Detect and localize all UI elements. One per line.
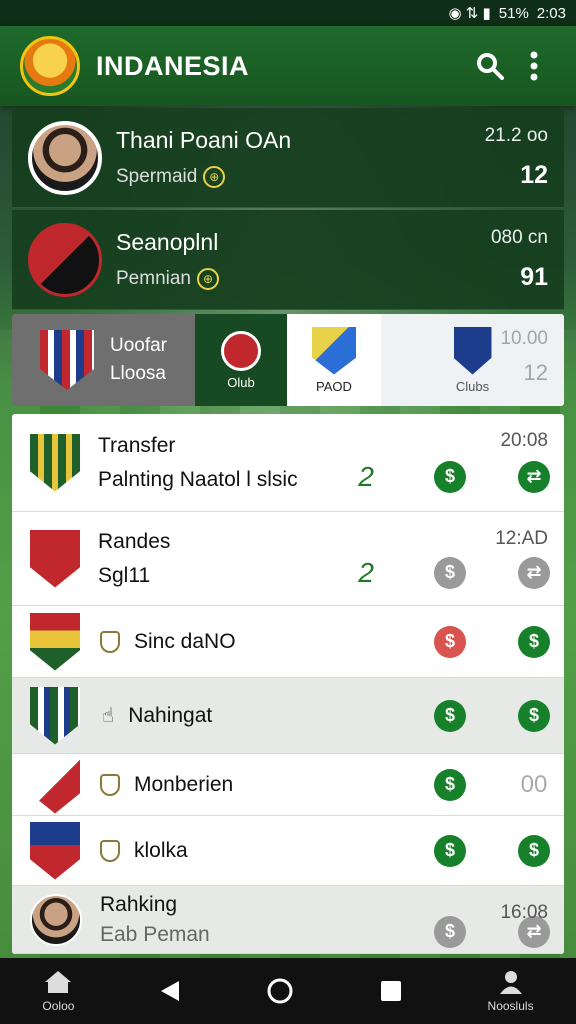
transfer-icon[interactable]: ⇄ — [518, 460, 550, 493]
player-stat: 21.2 oo — [484, 125, 548, 146]
square-icon — [380, 981, 401, 1001]
nav-recents[interactable] — [379, 979, 403, 1003]
clock: 2:03 — [536, 4, 566, 22]
dollar-icon[interactable]: $ — [518, 625, 550, 658]
club-strip: Uoofar Lloosa Olub PAOD Clubs 10.00 12 — [12, 314, 564, 406]
battery-level: 51% — [498, 4, 529, 22]
item-count: 2 — [358, 460, 374, 492]
app-logo — [20, 36, 80, 96]
player-position: Pemnian — [116, 268, 191, 289]
coin-icon: ⊕ — [203, 166, 226, 188]
club-tab[interactable]: PAOD — [287, 314, 381, 406]
list-item[interactable]: klolka $ $ — [12, 816, 564, 886]
list-item[interactable]: ☝ Nahingat $ $ — [12, 678, 564, 754]
player-stat: 080 cn — [490, 227, 548, 248]
club-tab[interactable]: Olub — [195, 314, 287, 406]
item-title: Randes — [98, 529, 171, 553]
item-count: 2 — [358, 556, 374, 588]
item-time: 20:08 — [500, 430, 548, 451]
club-crest — [30, 755, 80, 814]
club-crest — [221, 330, 261, 371]
item-title: Nahingat — [128, 703, 213, 727]
player-avatar — [30, 893, 82, 946]
dollar-icon[interactable]: $ — [434, 460, 466, 493]
item-title: Rahking — [100, 892, 178, 916]
club-label: Clubs — [455, 378, 490, 394]
status-bar: ◉ ⇅ ▮ 51% 2:03 — [0, 0, 576, 26]
small-crest-icon — [100, 839, 120, 862]
dollar-icon[interactable]: $ — [434, 834, 466, 867]
player-avatar — [28, 120, 102, 195]
nav-home-label: Ooloo — [42, 999, 75, 1013]
club-label: PAOD — [316, 378, 352, 394]
dollar-icon[interactable]: $ — [434, 556, 466, 589]
club-tab[interactable]: Clubs 10.00 12 — [381, 314, 564, 406]
club-crest — [28, 222, 102, 297]
list-item[interactable]: Sinc daNO $ $ — [12, 606, 564, 678]
club-crest — [30, 529, 80, 588]
player-name: Thani Poani OAn — [116, 127, 292, 153]
nav-home[interactable]: Ooloo — [42, 969, 74, 1013]
nav-profile-label: Noosluls — [487, 999, 534, 1013]
item-subtitle: Sgl11 — [98, 563, 151, 587]
transfer-icon[interactable]: ⇄ — [518, 556, 550, 589]
status-icons: ◉ ⇅ ▮ — [448, 5, 491, 22]
item-title: Sinc daNO — [134, 629, 236, 653]
dollar-icon[interactable]: $ — [434, 915, 466, 948]
club-label: Olub — [227, 374, 255, 390]
list-item[interactable]: Rahking Eab Peman 16:08 $ ⇄ — [12, 886, 564, 954]
dollar-icon[interactable]: $ — [434, 625, 466, 658]
app-title: INDANESIA — [96, 50, 250, 81]
circle-home-icon — [267, 978, 293, 1004]
player-position: Spermaid — [116, 166, 198, 187]
dollar-icon[interactable]: $ — [434, 699, 466, 732]
home-icon — [45, 971, 72, 993]
club-label: Uoofar — [109, 335, 168, 356]
club-crest — [312, 326, 356, 375]
club-crest — [30, 686, 80, 745]
player-card[interactable]: Seanoplnl Pemnian ⊕ 080 cn 91 — [12, 210, 564, 310]
list-item[interactable]: Transfer Palnting Naatol l slsic 20:08 2… — [12, 414, 564, 512]
back-icon — [161, 981, 180, 1001]
nav-back[interactable] — [159, 979, 181, 1003]
club-crest — [30, 821, 80, 880]
glove-icon: ☝ — [102, 705, 115, 727]
item-time: 12:AD — [495, 528, 548, 549]
dollar-icon[interactable]: $ — [518, 699, 550, 732]
item-subtitle: Eab Peman — [100, 922, 210, 946]
club-time: 10.00 — [500, 328, 548, 349]
list-item[interactable]: Randes Sgl11 12:AD 2 $ ⇄ — [12, 512, 564, 606]
more-vertical-icon[interactable] — [512, 44, 556, 88]
item-time: 16:08 — [500, 902, 548, 923]
coin-icon: ⊕ — [197, 268, 219, 290]
club-crest — [39, 330, 94, 390]
player-number: 91 — [520, 263, 548, 291]
item-subtitle: Palnting Naatol l slsic — [98, 467, 298, 491]
app-bar: INDANESIA — [0, 26, 576, 106]
profile-icon — [499, 971, 522, 994]
small-crest-icon — [100, 630, 120, 653]
item-title: Monberien — [134, 772, 234, 796]
player-card[interactable]: Thani Poani OAn Spermaid ⊕ 21.2 oo 12 — [12, 108, 564, 208]
nav-home-button[interactable] — [266, 977, 294, 1005]
club-tab[interactable]: Uoofar Lloosa — [12, 314, 195, 406]
small-crest-icon — [100, 773, 120, 796]
bottom-nav: Ooloo Noosluls — [0, 958, 576, 1024]
search-icon[interactable] — [468, 44, 512, 88]
item-title: klolka — [134, 838, 188, 862]
dollar-icon[interactable]: $ — [518, 834, 550, 867]
club-count: 12 — [523, 360, 548, 385]
item-title: Transfer — [98, 433, 176, 457]
club-crest — [453, 326, 492, 375]
transfer-list: Transfer Palnting Naatol l slsic 20:08 2… — [12, 414, 564, 954]
dollar-icon[interactable]: $ — [434, 768, 466, 801]
club-label: Lloosa — [109, 363, 166, 384]
club-crest — [30, 612, 80, 671]
list-item[interactable]: Monberien $ 00 — [12, 754, 564, 816]
player-name: Seanoplnl — [116, 229, 219, 255]
player-number: 12 — [520, 161, 548, 189]
club-crest — [30, 433, 80, 492]
nav-profile[interactable]: Noosluls — [488, 969, 534, 1013]
item-value: 00 — [520, 770, 548, 798]
